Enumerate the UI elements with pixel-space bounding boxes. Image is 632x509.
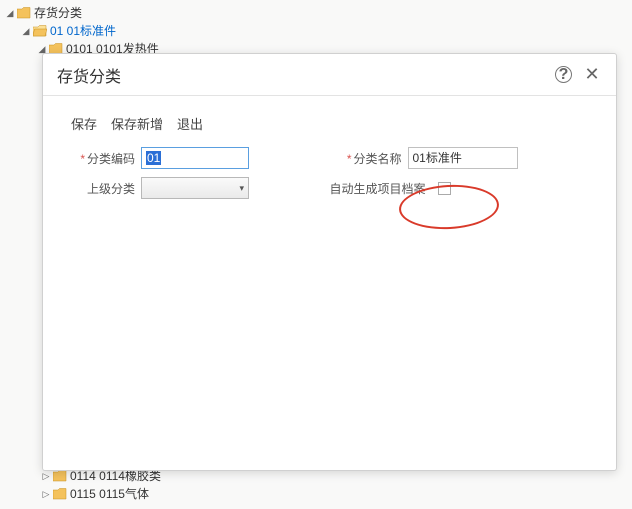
tree-row[interactable]: ◢ 01 01标准件 — [4, 22, 632, 40]
parent-select[interactable]: ▾ — [141, 177, 249, 199]
autogen-checkbox[interactable] — [438, 182, 451, 195]
code-label: *分类编码 — [63, 150, 141, 167]
tree-row[interactable]: ◢ 存货分类 — [4, 4, 632, 22]
expand-icon[interactable]: ▷ — [40, 470, 52, 482]
tree-label: 存货分类 — [34, 4, 82, 22]
name-input[interactable]: 01标准件 — [408, 147, 518, 169]
close-icon[interactable]: ✕ — [582, 65, 602, 85]
collapse-icon[interactable]: ◢ — [4, 7, 16, 19]
collapse-icon[interactable]: ◢ — [20, 25, 32, 37]
dialog-toolbar: 保存 保存新增 退出 — [43, 96, 616, 143]
form: *分类编码 01 *分类名称 01标准件 上级分类 ▾ 自动生成项目档案 — [43, 143, 616, 199]
folder-icon — [53, 470, 67, 482]
code-input[interactable]: 01 — [141, 147, 249, 169]
dialog-title: 存货分类 — [57, 63, 121, 87]
expand-icon[interactable]: ▷ — [40, 488, 52, 500]
autogen-label: 自动生成项目档案 — [330, 180, 432, 197]
dialog-header: 存货分类 ? ✕ — [43, 54, 616, 96]
tree-row[interactable]: ▷ 0115 0115气体 — [8, 485, 161, 503]
dialog: 存货分类 ? ✕ 保存 保存新增 退出 *分类编码 01 *分类名称 01标准件… — [42, 53, 617, 471]
tree-label: 01 01标准件 — [50, 22, 116, 40]
save-new-button[interactable]: 保存新增 — [111, 114, 163, 133]
name-label: *分类名称 — [330, 150, 408, 167]
folder-icon — [53, 488, 67, 500]
tree-label: 0115 0115气体 — [70, 485, 149, 503]
save-button[interactable]: 保存 — [71, 114, 97, 133]
folder-open-icon — [33, 25, 47, 37]
tree-panel: ◢ 存货分类 ◢ 01 01标准件 ◢ 0101 0101发热件 — [0, 0, 632, 58]
parent-label: 上级分类 — [63, 180, 141, 197]
exit-button[interactable]: 退出 — [177, 114, 203, 133]
chevron-down-icon: ▾ — [239, 183, 244, 194]
help-icon[interactable]: ? — [555, 66, 572, 83]
folder-icon — [17, 7, 31, 19]
